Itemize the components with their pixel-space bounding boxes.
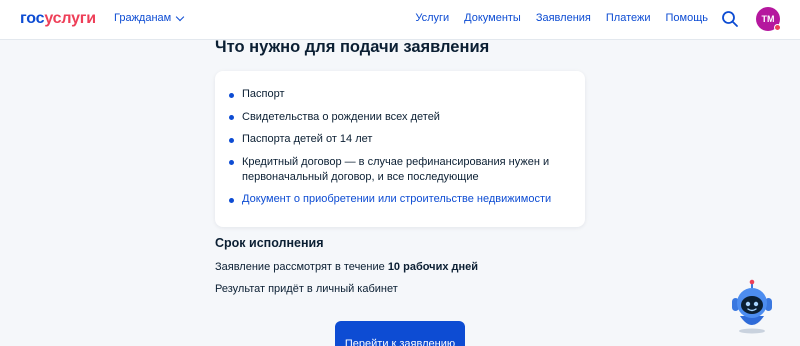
audience-dropdown[interactable]: Гражданам [114, 12, 185, 24]
notification-dot [774, 24, 781, 31]
logo-part-gos: гос [20, 10, 45, 27]
gosuslugi-logo[interactable]: госуслуги [20, 10, 96, 28]
logo-part-uslugi: услуги [44, 10, 96, 27]
review-time-value: 10 рабочих дней [387, 261, 479, 273]
audience-label: Гражданам [114, 12, 172, 24]
review-time-prefix: Заявление рассмотрят в течение [215, 261, 388, 273]
requirements-list: Паспорт Свидетельства о рождении всех де… [215, 71, 585, 207]
avatar-initials: ТМ [761, 14, 775, 24]
requirements-title: Что нужно для подачи заявления [215, 38, 490, 56]
top-header: госуслуги Гражданам Услуги Документы Зая… [0, 0, 800, 40]
review-time-text: Заявление рассмотрят в течение 10 рабочи… [215, 261, 478, 273]
robot-assistant-icon [732, 279, 772, 334]
chevron-down-icon [175, 12, 185, 21]
requirement-item: Свидетельства о рождении всех детей [229, 110, 562, 125]
user-avatar[interactable]: ТМ [756, 7, 781, 31]
nav-link-services[interactable]: Услуги [415, 12, 449, 24]
search-icon [722, 11, 738, 27]
requirement-item: Паспорт [229, 87, 562, 102]
requirement-item: Кредитный договор — в случае рефинансиро… [229, 155, 562, 185]
nav-link-applications[interactable]: Заявления [536, 12, 591, 24]
go-to-application-button[interactable]: Перейти к заявлению [335, 321, 465, 346]
result-delivery-text: Результат придёт в личный кабинет [215, 283, 398, 295]
requirements-card: Паспорт Свидетельства о рождении всех де… [215, 71, 585, 227]
term-title: Срок исполнения [215, 236, 324, 250]
nav-link-documents[interactable]: Документы [464, 12, 521, 24]
main-nav: Услуги Документы Заявления Платежи Помощ… [415, 12, 708, 24]
assistant-button[interactable] [728, 278, 776, 334]
nav-link-payments[interactable]: Платежи [606, 12, 651, 24]
nav-link-help[interactable]: Помощь [666, 12, 709, 24]
requirement-link-property-document[interactable]: Документ о приобретении или строительств… [229, 192, 562, 207]
search-button[interactable] [721, 10, 739, 28]
requirement-item: Паспорта детей от 14 лет [229, 132, 562, 147]
